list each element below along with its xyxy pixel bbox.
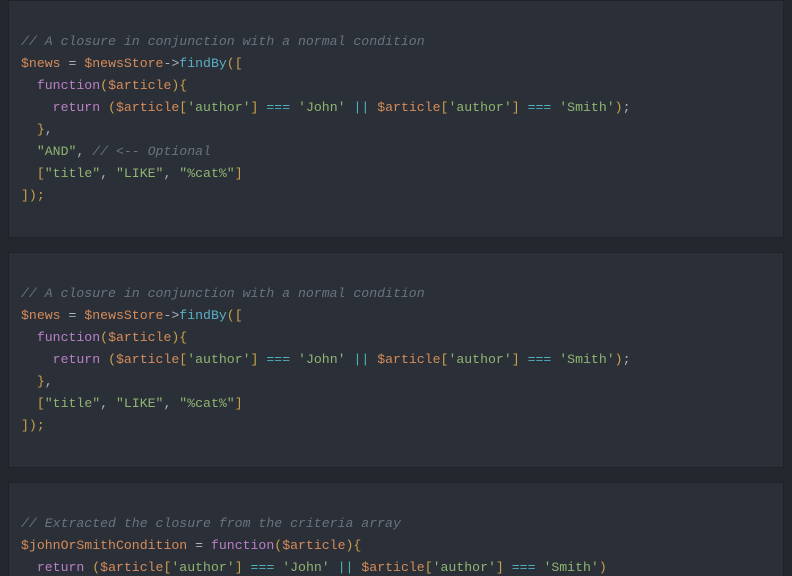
string: 'John' xyxy=(282,560,329,575)
keyword-return: return xyxy=(53,100,100,115)
operator: || xyxy=(338,560,354,575)
operator: === xyxy=(512,560,536,575)
operator: || xyxy=(353,100,369,115)
variable: $newsStore xyxy=(84,56,163,71)
operator: === xyxy=(251,560,275,575)
variable: $article xyxy=(100,560,163,575)
string: 'author' xyxy=(448,352,511,367)
code-line: function($article){ xyxy=(21,330,187,345)
operator: || xyxy=(353,352,369,367)
param: $article xyxy=(282,538,345,553)
variable: $article xyxy=(116,352,179,367)
string: 'author' xyxy=(448,100,511,115)
variable: $article xyxy=(377,352,440,367)
keyword-function: function xyxy=(37,78,100,93)
keyword-return: return xyxy=(53,352,100,367)
string: 'author' xyxy=(187,352,250,367)
closing: ]); xyxy=(21,418,45,433)
string: 'Smith' xyxy=(559,352,614,367)
string: "AND" xyxy=(37,144,77,159)
string: 'Smith' xyxy=(543,560,598,575)
variable: $article xyxy=(377,100,440,115)
string: "%cat%" xyxy=(179,166,234,181)
method-name: findBy xyxy=(179,308,226,323)
comment: // <-- Optional xyxy=(92,144,211,159)
code-block-1: // A closure in conjunction with a norma… xyxy=(8,0,784,238)
code-line: ]); xyxy=(21,418,45,433)
string: "%cat%" xyxy=(179,396,234,411)
variable: $news xyxy=(21,308,61,323)
keyword-return: return xyxy=(37,560,84,575)
code-line: $news = $newsStore->findBy([ xyxy=(21,308,243,323)
string: 'author' xyxy=(187,100,250,115)
string: 'author' xyxy=(433,560,496,575)
code-line: $news = $newsStore->findBy([ xyxy=(21,56,243,71)
code-line: }, xyxy=(21,374,53,389)
code-line: // A closure in conjunction with a norma… xyxy=(21,286,425,301)
code-line: ["title", "LIKE", "%cat%"] xyxy=(21,396,243,411)
code-line: "AND", // <-- Optional xyxy=(21,144,211,159)
variable: $johnOrSmithCondition xyxy=(21,538,187,553)
string: "LIKE" xyxy=(116,166,163,181)
comment: // A closure in conjunction with a norma… xyxy=(21,286,425,301)
code-line: // Extracted the closure from the criter… xyxy=(21,516,401,531)
comment: // Extracted the closure from the criter… xyxy=(21,516,401,531)
keyword-function: function xyxy=(211,538,274,553)
variable: $newsStore xyxy=(84,308,163,323)
code-line: ]); xyxy=(21,188,45,203)
code-block-2: // A closure in conjunction with a norma… xyxy=(8,252,784,468)
string: "LIKE" xyxy=(116,396,163,411)
string: 'John' xyxy=(298,352,345,367)
operator: === xyxy=(528,100,552,115)
param: $article xyxy=(108,330,171,345)
string: "title" xyxy=(45,166,100,181)
closing: ]); xyxy=(21,188,45,203)
keyword-function: function xyxy=(37,330,100,345)
code-block-3: // Extracted the closure from the criter… xyxy=(8,482,784,576)
variable: $article xyxy=(361,560,424,575)
string: 'author' xyxy=(171,560,234,575)
variable: $news xyxy=(21,56,61,71)
code-line: }, xyxy=(21,122,53,137)
operator: === xyxy=(266,100,290,115)
comment: // A closure in conjunction with a norma… xyxy=(21,34,425,49)
string: 'John' xyxy=(298,100,345,115)
code-line: // A closure in conjunction with a norma… xyxy=(21,34,425,49)
code-line: return ($article['author'] === 'John' ||… xyxy=(21,100,631,115)
string: "title" xyxy=(45,396,100,411)
code-page: // A closure in conjunction with a norma… xyxy=(0,0,792,576)
method-name: findBy xyxy=(179,56,226,71)
code-line: return ($article['author'] === 'John' ||… xyxy=(21,560,607,575)
code-line: function($article){ xyxy=(21,78,187,93)
param: $article xyxy=(108,78,171,93)
code-line: return ($article['author'] === 'John' ||… xyxy=(21,352,631,367)
operator: === xyxy=(528,352,552,367)
code-line: $johnOrSmithCondition = function($articl… xyxy=(21,538,361,553)
code-line: ["title", "LIKE", "%cat%"] xyxy=(21,166,243,181)
string: 'Smith' xyxy=(559,100,614,115)
operator: === xyxy=(266,352,290,367)
variable: $article xyxy=(116,100,179,115)
